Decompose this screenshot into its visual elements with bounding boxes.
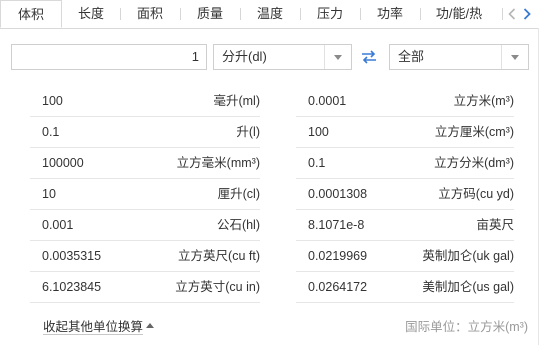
result-unit: 亩英尺	[476, 218, 514, 232]
collapse-other-units-link[interactable]: 收起其他单位换算	[43, 316, 155, 335]
result-row: 0.1 立方分米(dm³)	[296, 148, 514, 179]
swap-units-icon[interactable]	[360, 50, 378, 64]
result-unit: 厘升(cl)	[217, 187, 260, 201]
tab-mass[interactable]: 质量	[181, 0, 239, 28]
from-unit-selected: 分升(dl)	[222, 49, 267, 64]
result-unit: 毫升(ml)	[213, 94, 260, 108]
result-value: 8.1071e-8	[308, 218, 365, 232]
result-value: 10	[42, 187, 56, 201]
chevron-down-icon	[511, 55, 519, 60]
tab-volume[interactable]: 体积	[0, 0, 62, 28]
to-unit-dropdown-toggle[interactable]	[501, 45, 528, 69]
result-unit: 英制加仑(uk gal)	[422, 249, 514, 263]
result-value: 0.0219969	[308, 249, 368, 263]
result-value: 0.0035315	[42, 249, 102, 263]
from-unit-select[interactable]: 分升(dl)	[213, 44, 352, 70]
caret-up-icon	[146, 323, 155, 329]
result-value: 0.1	[308, 156, 326, 170]
result-unit: 立方厘米(cm³)	[434, 125, 514, 139]
result-unit: 立方码(cu yd)	[438, 187, 514, 201]
result-row: 0.1 升(l)	[30, 117, 260, 148]
result-unit: 公石(hl)	[216, 218, 260, 232]
result-row: 0.0001308 立方码(cu yd)	[296, 179, 514, 210]
result-value: 0.0001308	[308, 187, 368, 201]
result-row: 8.1071e-8 亩英尺	[296, 210, 514, 241]
result-unit: 升(l)	[236, 125, 260, 139]
from-unit-dropdown-toggle[interactable]	[324, 45, 351, 69]
result-unit: 立方英尺(cu ft)	[178, 249, 260, 263]
result-value: 0.001	[42, 218, 74, 232]
result-value: 100	[42, 94, 63, 108]
tab-area[interactable]: 面积	[121, 0, 179, 28]
tabs-prev-arrow-icon[interactable]	[505, 5, 519, 23]
result-unit: 立方米(m³)	[453, 94, 514, 108]
result-row: 0.0001 立方米(m³)	[296, 86, 514, 117]
result-row: 6.1023845 立方英寸(cu in)	[30, 272, 260, 303]
result-unit: 立方英寸(cu in)	[175, 280, 260, 294]
to-unit-select[interactable]: 全部	[389, 44, 529, 70]
result-row: 0.0219969 英制加仑(uk gal)	[296, 241, 514, 272]
result-unit: 立方分米(dm³)	[434, 156, 514, 170]
tab-temperature[interactable]: 温度	[241, 0, 299, 28]
result-unit: 立方毫米(mm³)	[176, 156, 260, 170]
tab-length[interactable]: 长度	[62, 0, 120, 28]
category-tabs: 体积 长度 面积 质量 温度 压力 功率 功/能/热	[0, 0, 539, 29]
result-unit: 美制加仑(us gal)	[422, 280, 514, 294]
to-unit-selected: 全部	[398, 49, 425, 64]
collapse-label: 收起其他单位换算	[43, 320, 144, 334]
tab-divider	[502, 8, 503, 20]
result-row: 0.0035315 立方英尺(cu ft)	[30, 241, 260, 272]
unit-converter-widget: 体积 长度 面积 质量 温度 压力 功率 功/能/热 1 分升(dl) 全部 1…	[0, 0, 539, 345]
result-row: 0.001 公石(hl)	[30, 210, 260, 241]
chevron-down-icon	[334, 55, 342, 60]
tab-power[interactable]: 功率	[361, 0, 419, 28]
result-value: 100	[308, 125, 329, 139]
result-value: 100000	[42, 156, 84, 170]
tab-pressure[interactable]: 压力	[301, 0, 359, 28]
result-row: 100 毫升(ml)	[30, 86, 260, 117]
result-value: 0.0001	[308, 94, 347, 108]
result-row: 100 立方厘米(cm³)	[296, 117, 514, 148]
result-value: 0.0264172	[308, 280, 368, 294]
result-value: 0.1	[42, 125, 60, 139]
tabs-next-arrow-icon[interactable]	[520, 5, 534, 23]
amount-input[interactable]: 1	[11, 44, 207, 70]
si-unit-note: 国际单位：立方米(m³)	[405, 320, 528, 334]
result-row: 10 厘升(cl)	[30, 179, 260, 210]
result-value: 6.1023845	[42, 280, 102, 294]
result-row: 100000 立方毫米(mm³)	[30, 148, 260, 179]
tab-work-energy-heat[interactable]: 功/能/热	[421, 0, 497, 28]
result-row: 0.0264172 美制加仑(us gal)	[296, 272, 514, 303]
